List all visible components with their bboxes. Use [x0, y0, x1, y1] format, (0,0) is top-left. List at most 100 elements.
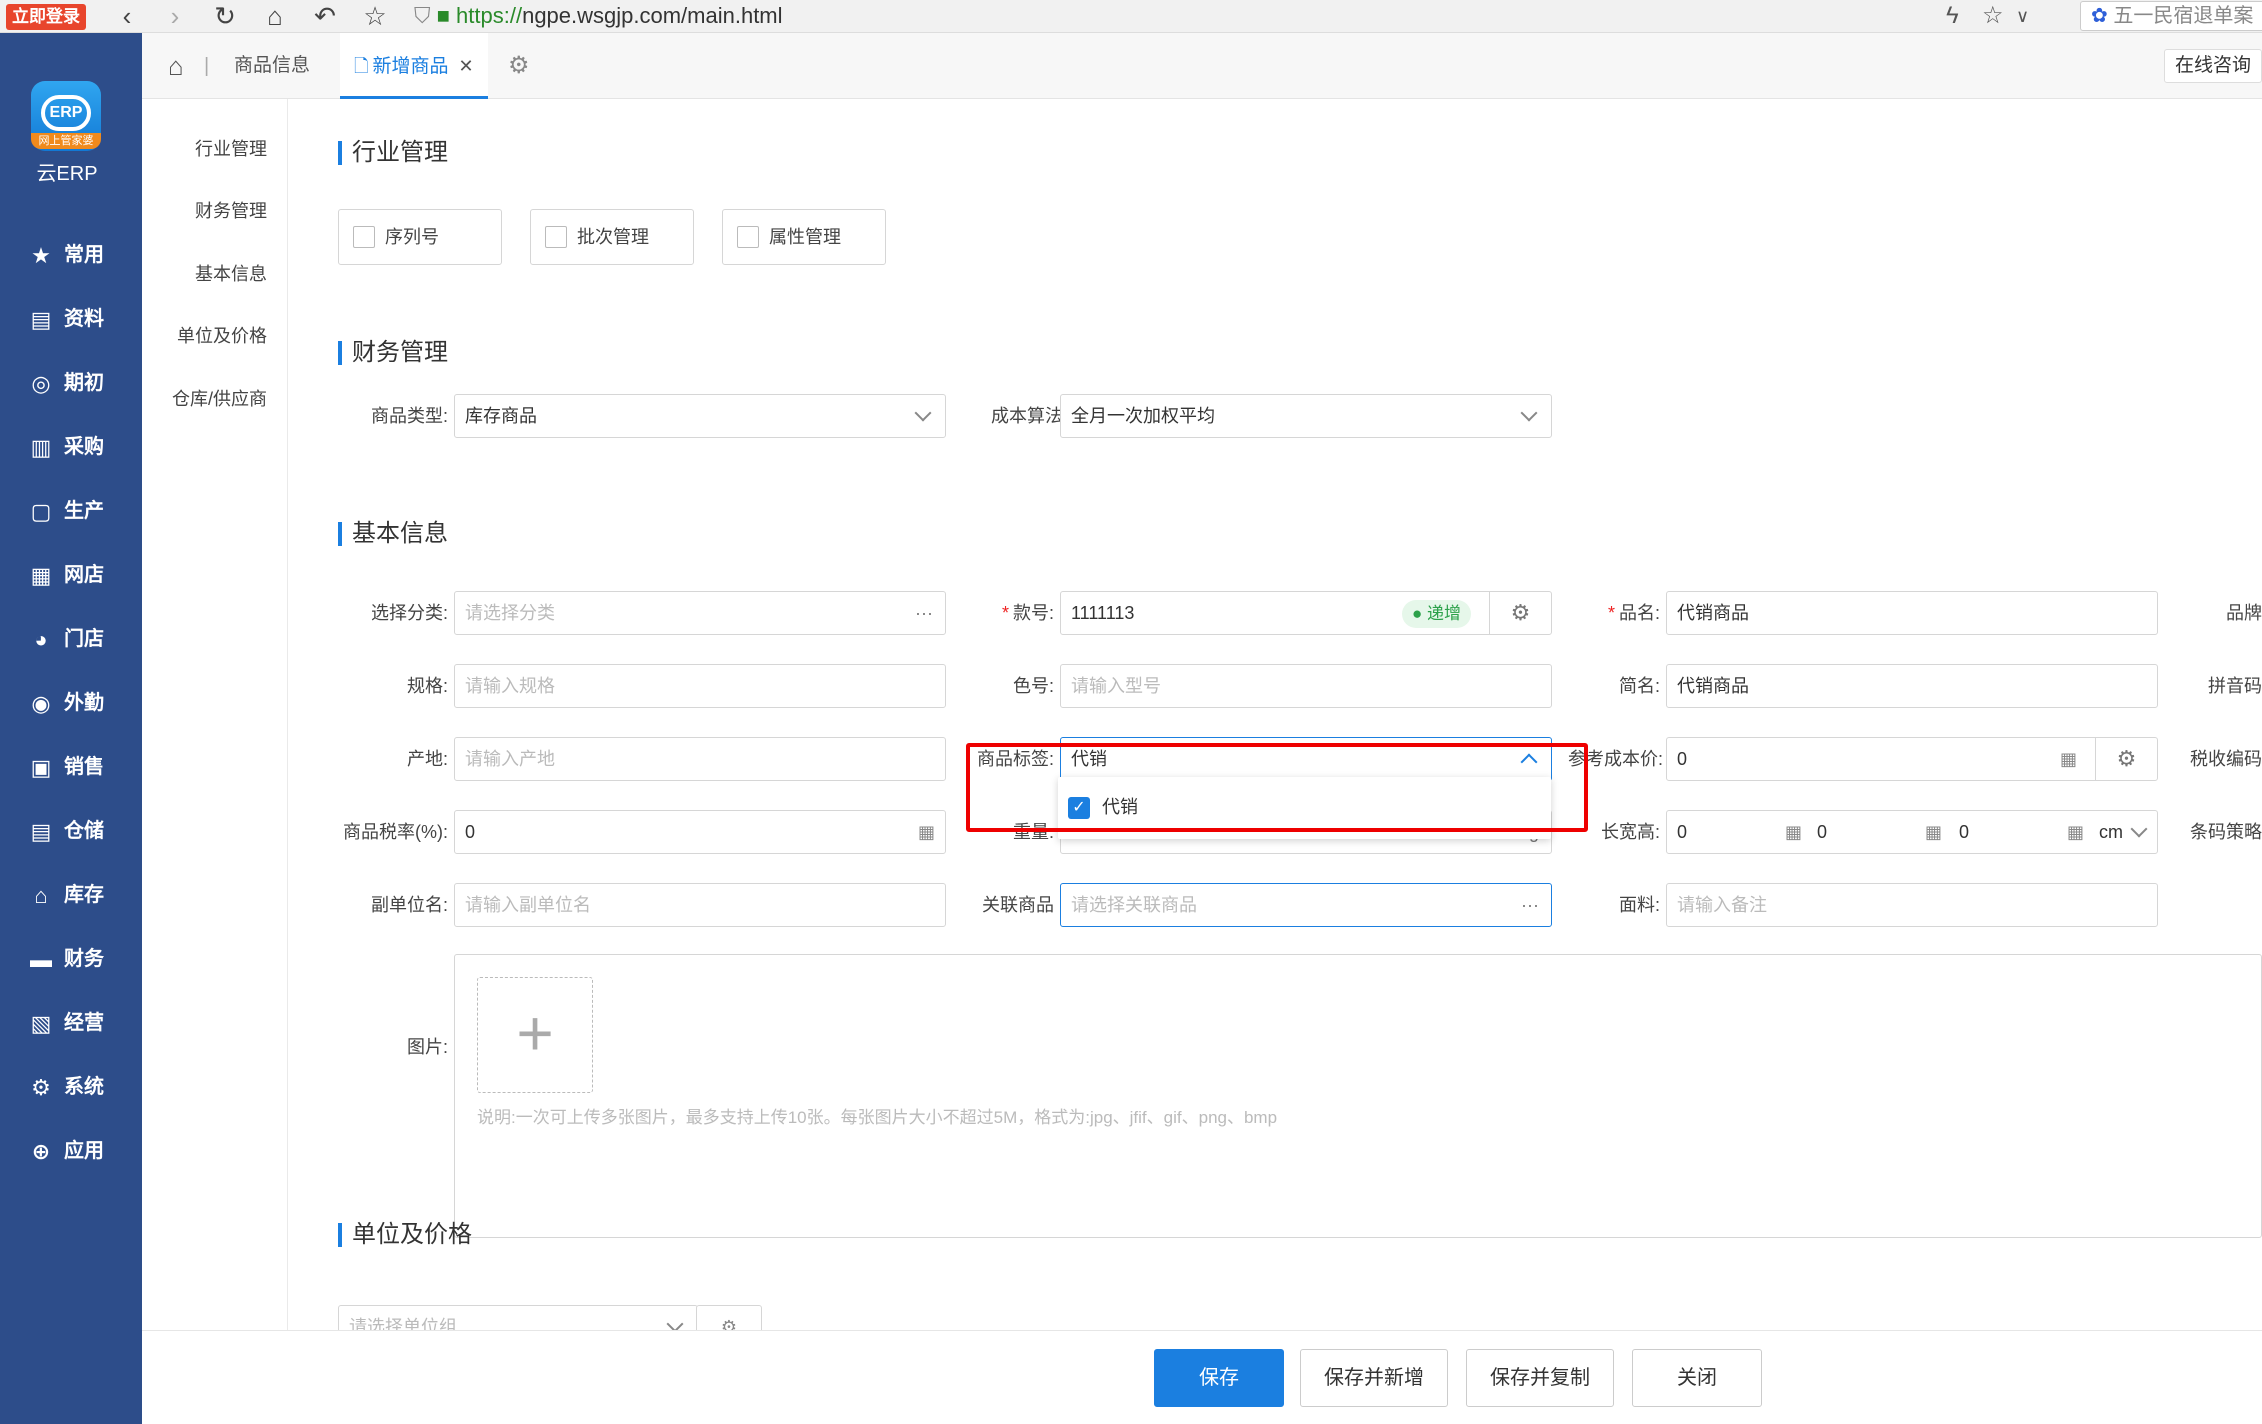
- home-icon[interactable]: ⌂: [168, 51, 184, 81]
- forward-icon[interactable]: ›: [160, 2, 190, 30]
- checkbox-square[interactable]: [353, 226, 375, 248]
- category-picker[interactable]: 请选择分类 ···: [454, 591, 946, 635]
- checkbox-square[interactable]: [737, 226, 759, 248]
- undo-icon[interactable]: ↶: [310, 2, 340, 30]
- sidebar-item-finance[interactable]: ▬ 财务: [28, 939, 138, 979]
- increment-badge[interactable]: ● 递增: [1402, 600, 1471, 628]
- calculator-icon[interactable]: ▦: [2060, 738, 2077, 780]
- unit-group-placeholder: 请选择单位组: [349, 1317, 457, 1330]
- baidu-paw-icon: ✿: [2091, 5, 2108, 27]
- sales-chart-icon: ▣: [30, 754, 52, 780]
- code-input[interactable]: 1111113 ● 递增 ⚙: [1060, 591, 1552, 635]
- back-icon[interactable]: ‹: [112, 2, 142, 30]
- related-picker[interactable]: 请选择关联商品 ···: [1060, 883, 1552, 927]
- color-input[interactable]: 请输入型号: [1060, 664, 1552, 708]
- anchor-basic[interactable]: 基本信息: [195, 262, 267, 286]
- sidebar-item-eshop[interactable]: ▦ 网店: [28, 555, 138, 595]
- favorite-star-icon[interactable]: ☆: [1982, 2, 2004, 30]
- more-icon[interactable]: ···: [1521, 884, 1539, 926]
- refresh-icon[interactable]: ↻: [210, 2, 240, 30]
- bookmark-star-icon[interactable]: ☆: [360, 2, 390, 30]
- save-and-copy-button[interactable]: 保存并复制: [1466, 1349, 1614, 1407]
- sidebar-item-label: 外勤: [64, 692, 104, 714]
- tax-rate-input[interactable]: 0 ▦: [454, 810, 946, 854]
- spec-input[interactable]: 请输入规格: [454, 664, 946, 708]
- calculator-icon[interactable]: ▦: [918, 811, 935, 853]
- close-button[interactable]: 关闭: [1632, 1349, 1762, 1407]
- tab-bar: ⌂ | 商品信息 🗋 新增商品 ✕ ⚙ 在线咨询: [142, 33, 2262, 99]
- sidebar-item-operation[interactable]: ▧ 经营: [28, 1003, 138, 1043]
- anchor-unit-price[interactable]: 单位及价格: [177, 324, 267, 348]
- checkbox-serial-number[interactable]: 序列号: [338, 209, 502, 265]
- anchor-finance[interactable]: 财务管理: [195, 199, 267, 223]
- calculator-icon[interactable]: ▦: [1785, 811, 1802, 853]
- sidebar-item-data[interactable]: ▤ 资料: [28, 299, 138, 339]
- sidebar-item-production[interactable]: ▢ 生产: [28, 491, 138, 531]
- increment-badge-label: 递增: [1427, 604, 1461, 623]
- fabric-input[interactable]: 请输入备注: [1666, 883, 2158, 927]
- sidebar-item-label: 常用: [64, 244, 104, 266]
- length-value[interactable]: 0: [1677, 811, 1687, 853]
- operation-icon: ▧: [30, 1010, 52, 1036]
- code-label-text: 款号:: [1012, 603, 1054, 623]
- production-icon: ▢: [30, 498, 52, 524]
- name-input[interactable]: 代销商品: [1666, 591, 2158, 635]
- sub-unit-input[interactable]: 请输入副单位名: [454, 883, 946, 927]
- sidebar-item-label: 库存: [64, 884, 104, 906]
- sidebar-item-common[interactable]: ★ 常用: [28, 235, 138, 275]
- upload-hint: 说明:一次可上传多张图片，最多支持上传10张。每张图片大小不超过5M，格式为:j…: [477, 1108, 1278, 1127]
- sidebar-item-store[interactable]: ◕ 门店: [28, 619, 138, 659]
- dimension-unit[interactable]: cm: [2099, 811, 2123, 853]
- lightning-icon[interactable]: ϟ: [1946, 2, 1959, 30]
- width-value[interactable]: 0: [1817, 811, 1827, 853]
- checkbox-attribute[interactable]: 属性管理: [722, 209, 886, 265]
- gear-icon[interactable]: ⚙: [696, 1305, 762, 1330]
- sidebar-item-app[interactable]: ⊕ 应用: [28, 1131, 138, 1171]
- name-value: 代销商品: [1677, 603, 1749, 623]
- sidebar-item-sales[interactable]: ▣ 销售: [28, 747, 138, 787]
- tab-label: 新增商品: [372, 56, 449, 77]
- more-icon[interactable]: ···: [915, 592, 933, 634]
- product-type-select[interactable]: 库存商品: [454, 394, 946, 438]
- anchor-warehouse-supplier[interactable]: 仓库/供应商: [172, 387, 267, 411]
- baidu-search-box[interactable]: ✿ 五一民宿退单案: [2080, 1, 2262, 31]
- calculator-icon[interactable]: ▦: [2067, 811, 2084, 853]
- cost-method-label: 成本算法:: [990, 406, 1068, 426]
- unit-group-select[interactable]: 请选择单位组: [338, 1305, 698, 1330]
- gear-icon[interactable]: ⚙: [1489, 592, 1551, 634]
- sidebar-item-inventory[interactable]: ⌂ 库存: [28, 875, 138, 915]
- related-label: 关联商品: [982, 895, 1054, 915]
- online-consult-button[interactable]: 在线咨询: [2163, 49, 2262, 83]
- checkbox-batch[interactable]: 批次管理: [530, 209, 694, 265]
- address-bar[interactable]: ⛉ ■ https://ngpe.wsgjp.com/main.html: [414, 0, 2054, 32]
- height-value[interactable]: 0: [1959, 811, 1969, 853]
- sidebar-item-purchase[interactable]: ▥ 采购: [28, 427, 138, 467]
- sidebar-item-system[interactable]: ⚙ 系统: [28, 1067, 138, 1107]
- section-title-finance: 财务管理: [338, 341, 448, 365]
- close-icon[interactable]: ✕: [459, 56, 474, 76]
- checkbox-square[interactable]: [545, 226, 567, 248]
- origin-input[interactable]: 请输入产地: [454, 737, 946, 781]
- chevron-down-icon[interactable]: ∨: [2016, 2, 2029, 30]
- login-badge[interactable]: 立即登录: [6, 4, 86, 30]
- calculator-icon[interactable]: ▦: [1925, 811, 1942, 853]
- cost-method-select[interactable]: 全月一次加权平均: [1060, 394, 1552, 438]
- anchor-industry[interactable]: 行业管理: [195, 137, 267, 161]
- category-placeholder: 请选择分类: [465, 603, 555, 623]
- tab-product-info[interactable]: 商品信息: [234, 33, 310, 99]
- fabric-placeholder: 请输入备注: [1677, 895, 1767, 915]
- tab-new-product[interactable]: 🗋 新增商品 ✕: [340, 33, 488, 99]
- home-browser-icon[interactable]: ⌂: [260, 2, 290, 30]
- ref-cost-input[interactable]: 0 ▦ ⚙: [1666, 737, 2158, 781]
- save-button[interactable]: 保存: [1154, 1349, 1284, 1407]
- sidebar-item-warehouse[interactable]: ▤ 仓储: [28, 811, 138, 851]
- sidebar-item-opening[interactable]: ◎ 期初: [28, 363, 138, 403]
- gear-icon[interactable]: ⚙: [2095, 738, 2157, 780]
- main-sidebar: ERP 网上管家婆 云ERP ★ 常用 ▤ 资料 ◎ 期初 ▥ 采购 ▢ 生产 ▦ 网店 ◕…: [0, 33, 142, 1424]
- short-name-input[interactable]: 代销商品: [1666, 664, 2158, 708]
- gear-icon[interactable]: ⚙: [508, 51, 530, 80]
- sidebar-item-field[interactable]: ◉ 外勤: [28, 683, 138, 723]
- upload-plus-icon[interactable]: +: [477, 977, 593, 1093]
- save-and-new-button[interactable]: 保存并新增: [1300, 1349, 1448, 1407]
- sidebar-item-label: 财务: [64, 948, 104, 970]
